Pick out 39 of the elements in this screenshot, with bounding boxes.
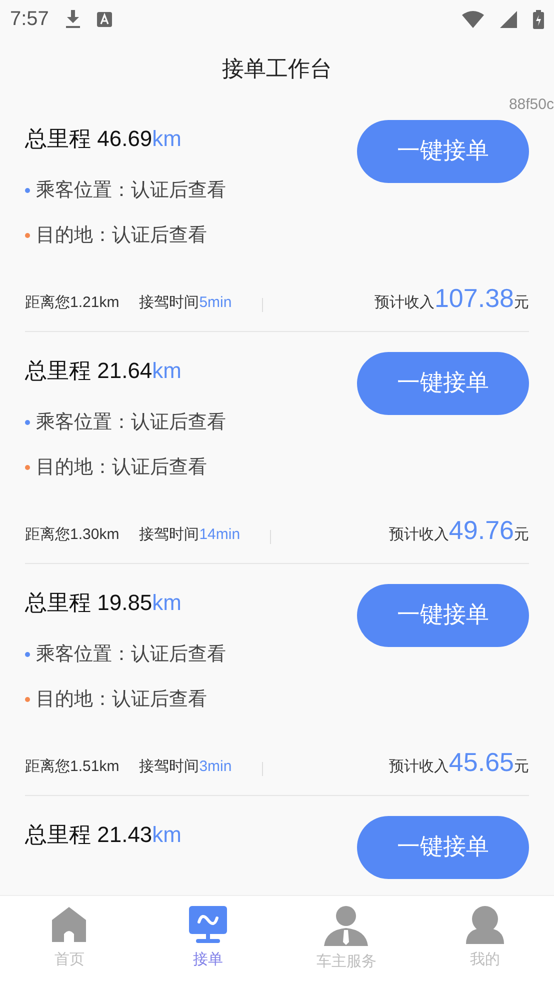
nav-tab[interactable]: 首页: [0, 896, 138, 984]
accept-order-button[interactable]: 一键接单: [357, 352, 529, 415]
distance-text: 距离您1.30km: [25, 524, 120, 544]
location-text: 目的地：认证后查看: [36, 455, 207, 480]
nav-tab[interactable]: 车主服务: [277, 896, 416, 984]
accept-order-button[interactable]: 一键接单: [357, 584, 529, 647]
signal-icon: [500, 10, 517, 28]
person-icon: [466, 906, 504, 944]
income-text: 预计收入49.76元: [388, 514, 529, 547]
location-text: 目的地：认证后查看: [36, 223, 207, 248]
clock-time: 7:57: [10, 7, 49, 32]
download-icon: [64, 10, 81, 28]
location-text: 乘客位置：认证后查看: [36, 410, 226, 435]
distance-text: 距离您1.51km: [25, 756, 120, 776]
pickup-time-text: 接驾时间5min: [139, 292, 232, 312]
nav-tab[interactable]: 我的: [416, 896, 554, 984]
accept-order-button[interactable]: 一键接单: [357, 816, 529, 879]
accept-order-button[interactable]: 一键接单: [357, 120, 529, 183]
code-label: 88f50c: [508, 94, 554, 114]
distance-text: 距离您1.21km: [25, 292, 120, 312]
location-text: 乘客位置：认证后查看: [36, 178, 226, 203]
home-icon: [50, 906, 88, 944]
mileage-text: 总里程 19.85km: [25, 589, 182, 617]
pickup-time-text: 接驾时间14min: [139, 524, 240, 544]
pickup-time-text: 接驾时间3min: [139, 756, 232, 776]
income-text: 预计收入45.65元: [388, 746, 529, 779]
mileage-text: 总里程 46.69km: [25, 125, 182, 153]
wifi-icon: [462, 10, 484, 28]
person-tie-icon: [324, 906, 368, 946]
location-text: 目的地：认证后查看: [36, 687, 207, 712]
income-text: 预计收入107.38元: [374, 282, 529, 315]
page-title: 接单工作台: [222, 56, 332, 84]
monitor-icon: [188, 906, 227, 944]
mileage-text: 总里程 21.43km: [25, 821, 182, 849]
battery-icon: [533, 10, 544, 28]
mileage-text: 总里程 21.64km: [25, 357, 182, 385]
keyboard-a-icon: [96, 12, 112, 26]
location-text: 乘客位置：认证后查看: [36, 642, 226, 667]
nav-tab[interactable]: 接单: [138, 896, 277, 984]
